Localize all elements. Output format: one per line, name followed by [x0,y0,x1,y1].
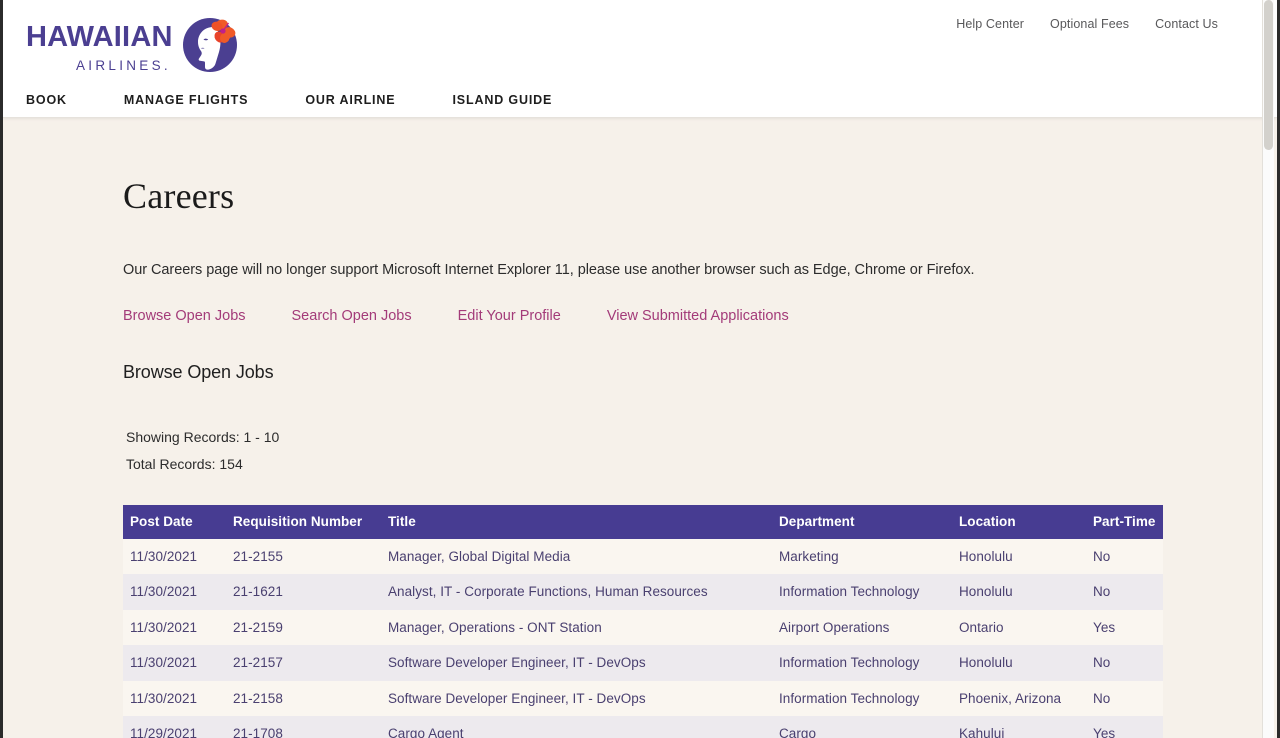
cell-job-title[interactable]: Software Developer Engineer, IT - DevOps [382,681,773,717]
utility-nav: Help Center Optional Fees Contact Us [956,17,1218,31]
browser-support-notice: Our Careers page will no longer support … [123,262,975,278]
section-heading-browse-open-jobs: Browse Open Jobs [123,362,274,382]
cell-part-time: No [1093,548,1111,564]
cell-requisition-number: 21-2157 [233,655,283,671]
logo-wordmark-sub: AIRLINES. [76,58,171,73]
utility-link-optional-fees[interactable]: Optional Fees [1050,17,1129,31]
cell-location: Ontario [959,619,1004,635]
cell-job-title[interactable]: Software Developer Engineer, IT - DevOps [382,645,773,681]
utility-link-contact-us[interactable]: Contact Us [1155,17,1218,31]
careers-action-links: Browse Open Jobs Search Open Jobs Edit Y… [123,278,1277,324]
cell-part-time: Yes [1093,619,1116,635]
column-header-post-date[interactable]: Post Date [123,504,227,539]
table-row[interactable]: 11/30/2021 21-2155 Manager, Global Digital… [123,538,1163,575]
jobs-table-head: Post Date Requisition Number Title Depar… [123,504,1163,539]
link-browse-open-jobs[interactable]: Browse Open Jobs [123,308,292,324]
logo-wordmark: HAWAIIAN AIRLINES. [26,16,173,73]
cell-department: Information Technology [779,584,920,600]
page-scrollbar-thumb[interactable] [1264,0,1273,150]
browser-viewport: Help Center Optional Fees Contact Us HAW… [0,0,1280,738]
jobs-table-body: 11/30/2021 21-2155 Manager, Global Digital… [123,538,1163,738]
showing-records-text: Showing Records: 1 - 10 [126,429,280,445]
table-row[interactable]: 11/30/2021 21-2159 Manager, Operations - O… [123,609,1163,646]
cell-location: Honolulu [959,584,1013,600]
cell-part-time: No [1093,655,1111,671]
column-header-department[interactable]: Department [773,504,953,539]
cell-post-date: 11/30/2021 [130,584,198,600]
link-edit-your-profile[interactable]: Edit Your Profile [458,308,607,324]
record-counts: Showing Records: 1 - 10 Total Records: 1… [123,383,1277,479]
cell-job-title[interactable]: Cargo Agent [382,716,773,738]
cell-requisition-number: 21-2158 [233,690,283,706]
cell-requisition-number: 21-2155 [233,548,283,564]
total-records-text: Total Records: 154 [126,456,243,473]
table-row[interactable]: 11/30/2021 21-2157 Software Developer Engi… [123,645,1163,681]
page-body: Careers Our Careers page will no longer … [3,118,1277,738]
column-header-title[interactable]: Title [382,504,773,539]
column-header-location[interactable]: Location [953,504,1087,539]
pualani-logo-icon [179,14,241,76]
logo-wordmark-main: HAWAIIAN [26,21,173,53]
cell-requisition-number: 21-2159 [233,619,283,635]
table-row[interactable]: 11/30/2021 21-1621 Analyst, IT - Corporate… [123,574,1163,610]
jobs-table: Post Date Requisition Number Title Depar… [123,504,1163,738]
cell-part-time: No [1093,690,1111,706]
cell-part-time: No [1093,584,1111,600]
cell-post-date: 11/30/2021 [130,655,198,671]
cell-department: Airport Operations [779,619,890,635]
main-nav-item-island-guide[interactable]: ISLAND GUIDE [452,93,609,107]
jobs-table-header-row: Post Date Requisition Number Title Depar… [123,504,1163,539]
hawaiian-airlines-logo[interactable]: HAWAIIAN AIRLINES. [26,16,241,76]
table-row[interactable]: 11/29/2021 21-1708 Cargo Agent Cargo Kahului… [123,716,1163,738]
column-header-requisition-number[interactable]: Requisition Number [227,504,382,539]
cell-post-date: 11/29/2021 [130,726,198,738]
cell-location: Phoenix, Arizona [959,690,1062,706]
link-search-open-jobs[interactable]: Search Open Jobs [292,308,458,324]
cell-requisition-number: 21-1708 [233,726,283,738]
utility-link-help-center[interactable]: Help Center [956,17,1024,31]
cell-post-date: 11/30/2021 [130,619,198,635]
cell-post-date: 11/30/2021 [130,548,198,564]
page-scrollbar[interactable] [1262,0,1274,738]
jobs-table-container: Post Date Requisition Number Title Depar… [123,479,1163,738]
main-nav: BOOK MANAGE FLIGHTS OUR AIRLINE ISLAND G… [26,93,609,107]
cell-part-time: Yes [1093,726,1116,738]
table-row[interactable]: 11/30/2021 21-2158 Software Developer Engi… [123,680,1163,717]
link-view-submitted-applications[interactable]: View Submitted Applications [607,308,835,324]
cell-department: Marketing [779,548,839,564]
column-header-part-time[interactable]: Part-Time [1087,504,1163,539]
page-title: Careers [123,176,235,216]
main-nav-item-our-airline[interactable]: OUR AIRLINE [305,93,452,107]
main-nav-item-book[interactable]: BOOK [26,93,124,107]
cell-department: Cargo [779,726,817,738]
cell-department: Information Technology [779,690,920,706]
main-nav-item-manage-flights[interactable]: MANAGE FLIGHTS [124,93,305,107]
cell-post-date: 11/30/2021 [130,690,198,706]
cell-department: Information Technology [779,655,920,671]
cell-job-title[interactable]: Manager, Operations - ONT Station [382,610,773,646]
cell-location: Honolulu [959,655,1013,671]
site-header: Help Center Optional Fees Contact Us HAW… [3,0,1277,118]
cell-location: Kahului [959,726,1005,738]
cell-requisition-number: 21-1621 [233,584,283,600]
cell-job-title[interactable]: Manager, Global Digital Media [382,539,773,575]
cell-job-title[interactable]: Analyst, IT - Corporate Functions, Human… [382,574,773,610]
cell-location: Honolulu [959,548,1013,564]
